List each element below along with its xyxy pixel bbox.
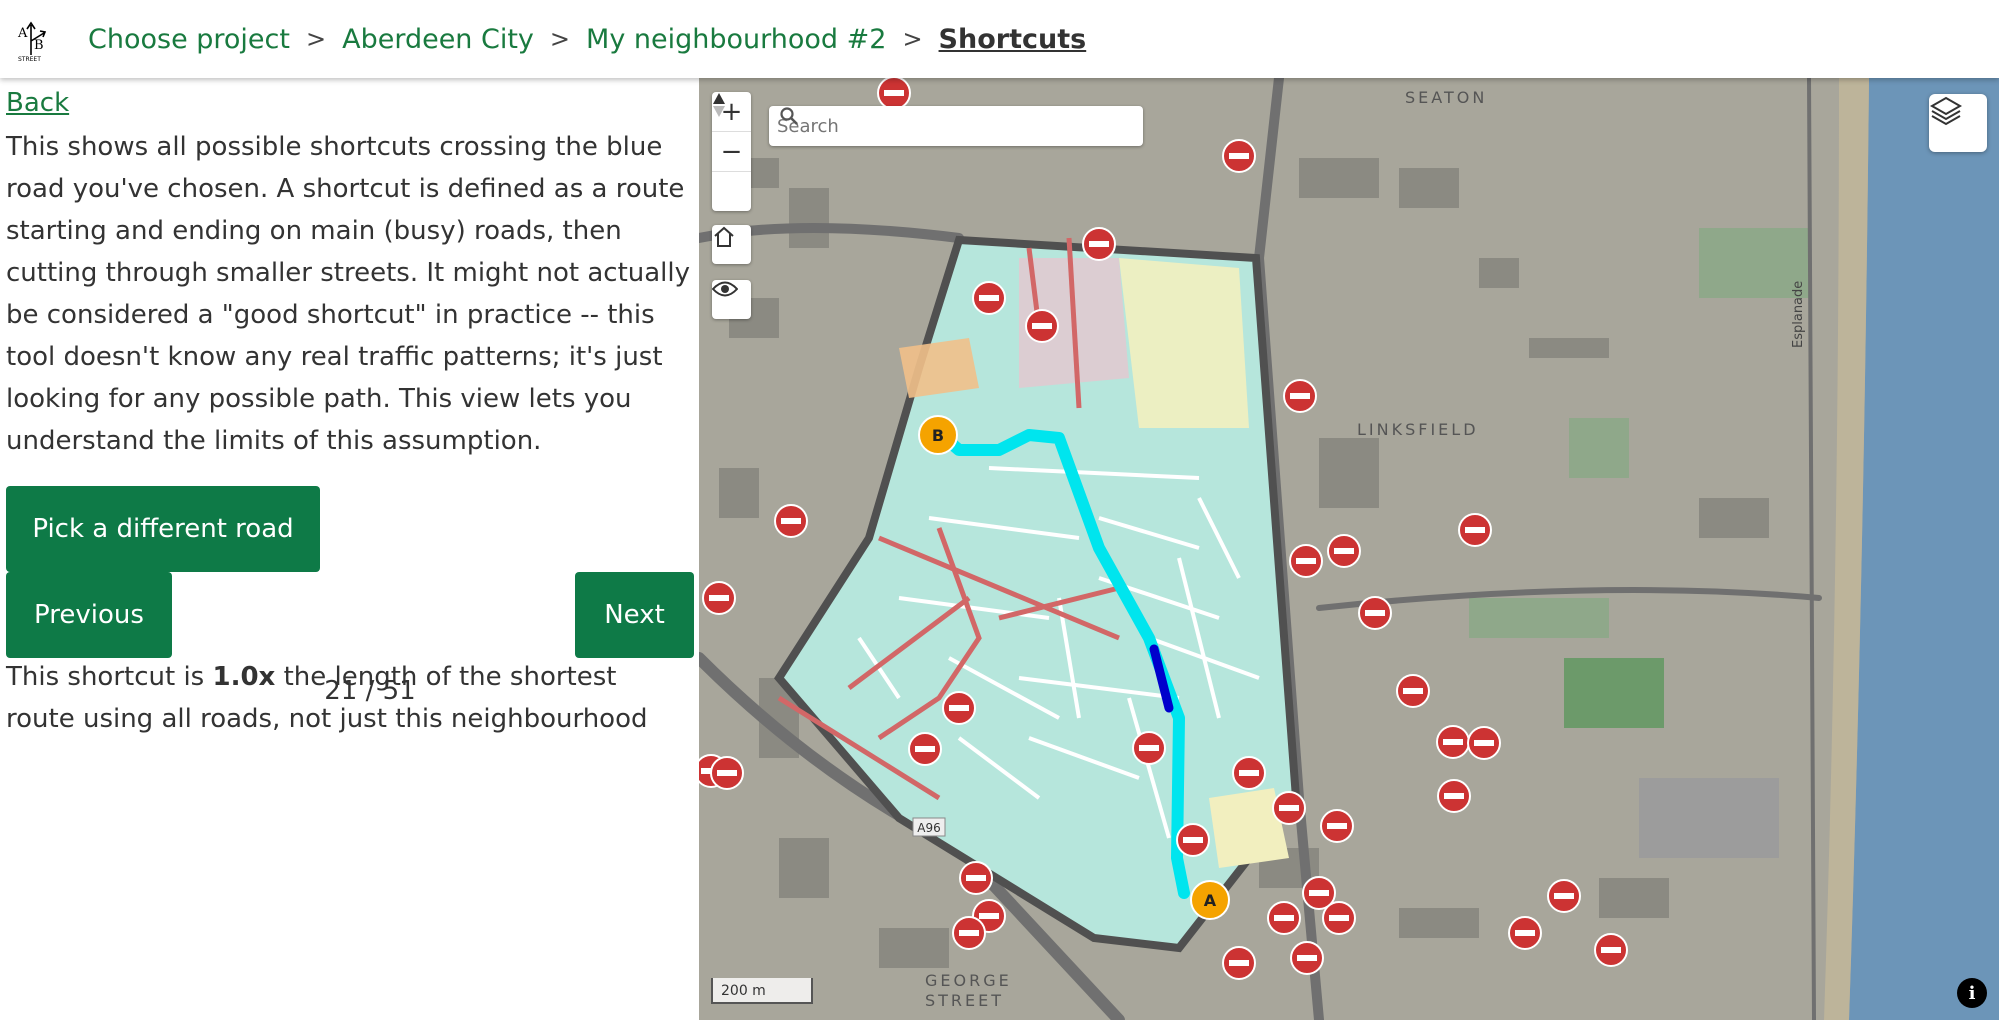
next-button[interactable]: Next xyxy=(575,572,694,658)
home-icon xyxy=(714,226,734,247)
map-scale-bar: 200 m xyxy=(711,978,813,1004)
breadcrumb-aberdeen-city[interactable]: Aberdeen City xyxy=(342,24,534,55)
compass-reset-button[interactable] xyxy=(712,93,751,211)
info-icon[interactable]: i xyxy=(1957,978,1987,1008)
breadcrumb-separator: > xyxy=(305,25,327,53)
map-label-linksfield: LINKSFIELD xyxy=(1357,420,1479,439)
breadcrumb-my-neighbourhood[interactable]: My neighbourhood #2 xyxy=(586,24,886,55)
previous-button[interactable]: Previous xyxy=(6,572,172,658)
ratio-value: 1.0x xyxy=(212,662,276,692)
search-icon xyxy=(780,107,798,125)
svg-text:STREET: STREET xyxy=(18,56,41,63)
map-search-box xyxy=(769,106,1143,146)
pick-different-road-button[interactable]: Pick a different road xyxy=(6,486,320,572)
breadcrumb-separator: > xyxy=(902,25,923,53)
svg-text:B: B xyxy=(932,426,944,445)
sidebar-panel: Back This shows all possible shortcuts c… xyxy=(0,78,699,1020)
breadcrumb-choose-project[interactable]: Choose project xyxy=(88,24,290,55)
top-header: A B STREET Choose project > Aberdeen Cit… xyxy=(0,0,1999,78)
map-label-george: GEORGE xyxy=(925,971,1012,990)
svg-text:A: A xyxy=(17,26,28,41)
map-label-esplanade: Esplanade xyxy=(1791,281,1806,348)
toggle-visibility-button[interactable] xyxy=(712,280,751,319)
marker-a[interactable]: A xyxy=(1190,880,1230,920)
zoom-controls: + − xyxy=(712,92,751,211)
map-label-street: STREET xyxy=(925,991,1004,1010)
map-view[interactable]: B A SEATON LINKSFIELD GEORGE STREET Espl… xyxy=(699,78,1999,1020)
eye-icon xyxy=(712,281,738,297)
search-input[interactable] xyxy=(775,114,1099,138)
compass-icon xyxy=(713,93,725,117)
abstreet-logo[interactable]: A B STREET xyxy=(16,15,52,63)
layers-icon xyxy=(1929,96,1963,126)
marker-b[interactable]: B xyxy=(918,415,958,455)
layers-button[interactable] xyxy=(1929,94,1987,152)
svg-text:A: A xyxy=(1204,891,1217,910)
home-button[interactable] xyxy=(712,225,751,264)
breadcrumb-separator: > xyxy=(549,25,571,53)
shortcut-description: This shows all possible shortcuts crossi… xyxy=(6,132,691,456)
svg-text:B: B xyxy=(34,38,44,53)
breadcrumb-current-page: Shortcuts xyxy=(938,23,1087,55)
map-label-seaton: SEATON xyxy=(1405,88,1487,107)
back-link[interactable]: Back xyxy=(6,88,69,118)
shortcut-length-ratio: This shortcut is 1.0x the length of the … xyxy=(6,662,648,734)
zoom-out-button[interactable]: − xyxy=(712,131,751,171)
map-canvas[interactable]: B A SEATON LINKSFIELD GEORGE STREET Espl… xyxy=(699,78,1999,1020)
road-shield-a96: A96 xyxy=(917,821,940,835)
